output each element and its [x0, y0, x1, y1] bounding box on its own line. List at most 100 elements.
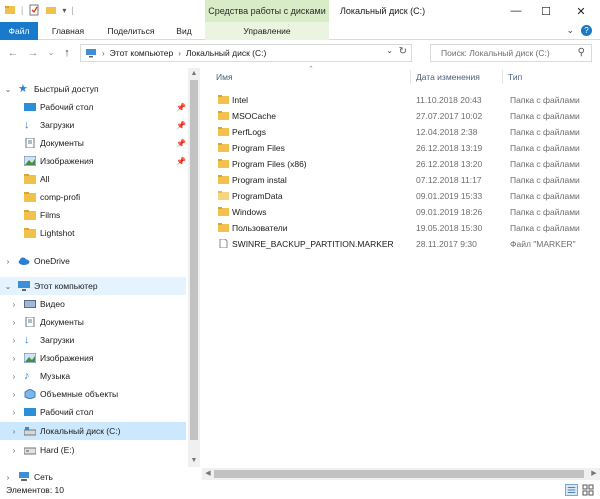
tab-file[interactable]: Файл	[0, 22, 38, 40]
content-horizontal-scrollbar[interactable]: ◀ ▶	[202, 468, 600, 480]
nav-folder-lightshot[interactable]: Lightshot	[0, 224, 186, 242]
folder-icon	[218, 143, 229, 152]
expand-arrow-icon[interactable]: ›	[10, 446, 18, 455]
nav-documents[interactable]: Документы 📌	[0, 134, 186, 152]
file-row[interactable]: ProgramData 09.01.2019 15:33 Папка с фай…	[214, 188, 594, 204]
folder-icon	[218, 191, 229, 200]
scroll-thumb[interactable]	[190, 80, 198, 440]
file-row[interactable]: PerfLogs 12.04.2018 2:38 Папка с файлами	[214, 124, 594, 140]
nav-local-disk-c[interactable]: › Локальный диск (C:)	[0, 422, 186, 440]
up-icon[interactable]: ↑	[60, 45, 74, 61]
pin-icon: 📌	[176, 156, 186, 166]
computer-icon	[18, 281, 30, 291]
folder-icon	[218, 223, 229, 232]
expand-arrow-icon[interactable]: ›	[10, 336, 18, 345]
scroll-down-icon[interactable]: ▼	[188, 455, 200, 467]
properties-icon[interactable]	[28, 4, 40, 16]
qat-dropdown-icon[interactable]: ▾	[62, 6, 66, 15]
tab-manage[interactable]: Управление	[205, 22, 329, 40]
file-row[interactable]: Пользователи 19.05.2018 15:30 Папка с фа…	[214, 220, 594, 236]
video-icon	[24, 300, 36, 308]
nav-downloads-pc[interactable]: › ↓ Загрузки	[0, 331, 186, 349]
file-row[interactable]: SWINRE_BACKUP_PARTITION.MARKER 28.11.201…	[214, 236, 594, 252]
column-header-type[interactable]: Тип	[508, 68, 522, 86]
file-row[interactable]: Windows 09.01.2019 18:26 Папка с файлами	[214, 204, 594, 220]
file-row[interactable]: Program instal 07.12.2018 11:17 Папка с …	[214, 172, 594, 188]
nav-3d-objects[interactable]: › Объемные объекты	[0, 385, 186, 403]
back-icon[interactable]: ←	[6, 45, 20, 61]
file-row[interactable]: Program Files (x86) 26.12.2018 13:20 Пап…	[214, 156, 594, 172]
scroll-right-icon[interactable]: ▶	[588, 468, 600, 480]
expand-arrow-icon[interactable]: ›	[10, 408, 18, 417]
nav-folder-comp-profi[interactable]: comp-profi	[0, 188, 186, 206]
nav-pictures-pc[interactable]: › Изображения	[0, 349, 186, 367]
documents-icon	[25, 317, 35, 327]
nav-pictures[interactable]: Изображения 📌	[0, 152, 186, 170]
nav-folder-all[interactable]: All	[0, 170, 186, 188]
scroll-left-icon[interactable]: ◀	[202, 468, 214, 480]
close-button[interactable]: ✕	[565, 0, 597, 22]
breadcrumb-local-disk[interactable]: Локальный диск (C:)	[186, 48, 266, 58]
scroll-thumb[interactable]	[214, 470, 584, 478]
nav-desktop[interactable]: Рабочий стол 📌	[0, 98, 186, 116]
folder-icon	[24, 192, 36, 202]
tab-view[interactable]: Вид	[170, 22, 198, 40]
refresh-icon[interactable]: ↻	[399, 46, 407, 57]
help-icon[interactable]: ?	[581, 25, 592, 36]
minimize-button[interactable]: —	[500, 0, 532, 22]
nav-documents-pc[interactable]: › Документы	[0, 313, 186, 331]
folder-icon	[24, 210, 36, 220]
file-row[interactable]: Program Files 26.12.2018 13:19 Папка с ф…	[214, 140, 594, 156]
nav-vertical-scrollbar[interactable]: ▲ ▼	[188, 68, 200, 467]
expand-arrow-icon[interactable]: ›	[10, 390, 18, 399]
documents-icon	[25, 138, 35, 148]
column-header-date[interactable]: Дата изменения	[416, 68, 480, 86]
large-icons-view-icon[interactable]	[582, 484, 595, 496]
maximize-button[interactable]: ☐	[530, 0, 562, 22]
tab-home[interactable]: Главная	[46, 22, 90, 40]
address-dropdown-icon[interactable]: ⌄	[386, 46, 393, 55]
collapse-arrow-icon[interactable]: ⌄	[4, 282, 12, 291]
pictures-icon	[24, 353, 36, 363]
expand-arrow-icon[interactable]: ›	[10, 354, 18, 363]
breadcrumb-this-pc[interactable]: Этот компьютер	[110, 48, 174, 58]
nav-quick-access[interactable]: ⌄ ★ Быстрый доступ	[0, 80, 186, 98]
expand-arrow-icon[interactable]: ›	[10, 427, 18, 436]
collapse-arrow-icon[interactable]: ⌄	[4, 85, 12, 94]
nav-downloads[interactable]: ↓ Загрузки 📌	[0, 116, 186, 134]
nav-folder-films[interactable]: Films	[0, 206, 186, 224]
status-bar: Элементов: 10	[0, 482, 600, 499]
file-icon	[219, 239, 228, 248]
pin-icon: 📌	[176, 102, 186, 112]
expand-arrow-icon[interactable]: ›	[10, 372, 18, 381]
expand-arrow-icon[interactable]: ›	[10, 318, 18, 327]
computer-icon	[86, 48, 96, 57]
scroll-up-icon[interactable]: ▲	[188, 68, 200, 80]
nav-videos[interactable]: › Видео	[0, 295, 186, 313]
nav-onedrive[interactable]: › OneDrive	[0, 252, 186, 270]
expand-arrow-icon[interactable]: ›	[4, 257, 12, 266]
expand-arrow-icon[interactable]: ›	[10, 300, 18, 309]
recent-locations-icon[interactable]: ⌄	[44, 45, 58, 61]
file-row[interactable]: MSOCache 27.07.2017 10:02 Папка с файлам…	[214, 108, 594, 124]
desktop-icon	[24, 408, 36, 416]
nav-this-pc[interactable]: ⌄ Этот компьютер	[0, 277, 186, 295]
nav-hard-e[interactable]: › Hard (E:)	[0, 441, 186, 459]
nav-music[interactable]: › ♪ Музыка	[0, 367, 186, 385]
nav-desktop-pc[interactable]: › Рабочий стол	[0, 403, 186, 421]
ribbon-expand-icon[interactable]: ⌄	[566, 25, 574, 36]
file-row[interactable]: Intel 11.10.2018 20:43 Папка с файлами	[214, 92, 594, 108]
column-header-name[interactable]: Имя	[216, 68, 233, 86]
search-input[interactable]: Поиск: Локальный диск (C:) ⚲	[430, 44, 592, 62]
tab-share[interactable]: Поделиться	[101, 22, 161, 40]
folder-app-icon	[5, 6, 15, 14]
details-view-icon[interactable]	[565, 484, 578, 496]
forward-icon[interactable]: →	[26, 45, 40, 61]
ribbon-tabs: Файл Главная Поделиться Вид Управление ⌄…	[0, 22, 600, 40]
folder-icon	[218, 127, 229, 136]
navigation-pane: ⌄ ★ Быстрый доступ Рабочий стол 📌 ↓ Загр…	[0, 68, 188, 482]
address-bar[interactable]: › Этот компьютер › Локальный диск (C:) ⌄…	[80, 44, 412, 62]
folder-icon	[218, 175, 229, 184]
expand-arrow-icon[interactable]: ›	[4, 473, 12, 482]
new-folder-icon[interactable]	[45, 4, 57, 16]
